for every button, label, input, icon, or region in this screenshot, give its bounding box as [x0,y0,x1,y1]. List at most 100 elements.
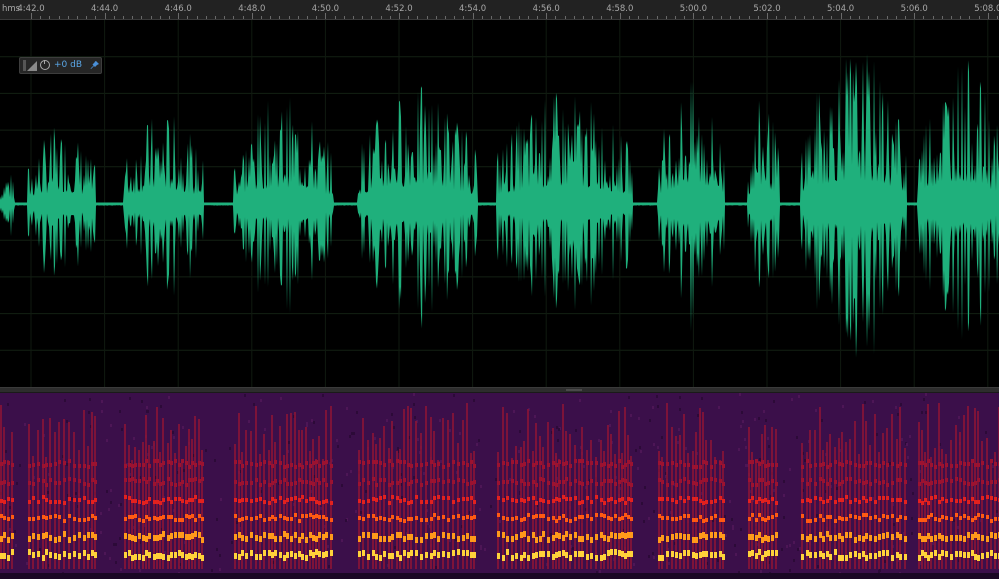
ruler-tick-mark [132,16,134,19]
ruler-tick-mark [849,16,851,19]
ruler-tick-mark [859,16,860,19]
ruler-tick-mark [555,16,557,19]
ruler-tick-mark [196,16,198,19]
ruler-tick-mark [711,16,713,19]
ruler-tick-mark [445,16,446,19]
ruler-tick-mark [997,16,998,19]
ruler-tick-mark [233,16,235,19]
ruler-tick-mark [960,16,962,19]
spectrogram-display [0,393,999,579]
timeline-ruler[interactable]: hms 4:42.0 4:44.0 4:46.0 4:48.0 4:50.0 4:52.0… [0,0,999,20]
ruler-tick-mark [518,16,520,19]
ruler-tick-mark [546,13,548,19]
ruler-tick-mark [684,16,686,19]
ruler-tick-mark [77,16,78,19]
ruler-tick-mark [205,16,207,19]
volume-knob-icon[interactable] [40,60,50,70]
ruler-tick-mark [362,16,364,19]
ruler-tick-mark [739,16,741,19]
ruler-tick-mark [647,16,649,19]
ruler-tick-mark [426,16,428,19]
ruler-tick-mark [500,16,502,19]
ruler-tick-mark [776,16,778,19]
ruler-tick-mark [224,16,226,19]
ruler-tick-mark [592,16,594,19]
ruler-tick-mark [178,13,180,19]
ruler-tick-mark [748,16,750,19]
ruler-tick-mark [31,13,32,19]
ruler-tick-mark [325,13,327,19]
ruler-tick-mark [408,16,410,19]
ruler-tick-mark [104,13,106,19]
ruler-tick-mark [58,16,60,19]
ruler-tick-mark [279,16,281,19]
ruler-tick-mark [767,13,768,19]
ruler-tick-mark [564,16,566,19]
ruler-tick-mark [665,16,667,19]
ruler-tick-mark [757,16,759,19]
ruler-tick-mark [150,16,152,19]
ruler-tick-mark [583,16,584,19]
level-meter-icon [23,60,37,71]
ruler-tick-mark [932,16,934,19]
ruler-tick-mark [187,16,189,19]
ruler-tick-mark [629,16,630,19]
volume-value[interactable]: +0 dB [54,60,82,70]
ruler-tick-mark [380,16,382,19]
ruler-tick-mark [619,13,621,19]
ruler-tick-mark [656,16,658,19]
waveform-display [0,20,999,387]
waveform-shape [0,54,999,358]
ruler-tick-mark [463,16,465,19]
ruler-tick-mark [693,13,695,19]
ruler-tick-mark [509,16,511,19]
ruler-tick-mark [573,16,575,19]
volume-hud[interactable]: +0 dB [19,57,102,74]
ruler-tick-mark [914,13,916,19]
ruler-tick-mark [316,16,318,19]
ruler-tick-mark [86,16,88,19]
ruler-tick-mark [307,16,308,19]
ruler-tick-mark [527,16,529,19]
ruler-tick-mark [389,16,391,19]
ruler-tick-mark [610,16,612,19]
ruler-tick-mark [840,13,842,19]
ruler-tick-mark [67,16,69,19]
splitter-grip[interactable] [566,389,582,391]
spectral-frequency-panel[interactable] [0,393,999,579]
ruler-tick-mark [886,16,888,19]
ruler-tick-mark [159,16,161,19]
ruler-tick-mark [951,16,952,19]
ruler-tick-mark [297,16,299,19]
waveform-panel[interactable]: +0 dB [0,20,999,387]
ruler-tick-mark [868,16,870,19]
ruler-tick-mark [702,16,704,19]
ruler-tick-mark [123,16,124,19]
ruler-tick-mark [491,16,492,19]
ruler-tick-mark [472,13,474,19]
ruler-tick-mark [40,16,42,19]
ruler-tick-mark [537,16,538,19]
ruler-tick-mark [334,16,336,19]
ruler-tick-mark [794,16,796,19]
ruler-tick-mark [481,16,483,19]
ruler-tick-mark [417,16,419,19]
ruler-tick-mark [215,16,216,19]
ruler-tick-mark [242,16,244,19]
pin-icon[interactable] [90,60,100,70]
ruler-tick-mark [353,16,354,19]
ruler-tick-mark [803,16,805,19]
ruler-tick-mark [270,16,272,19]
ruler-tick-mark [675,16,676,19]
ruler-tick-mark [113,16,115,19]
ruler-tick-mark [730,16,732,19]
ruler-tick-mark [169,16,170,19]
ruler-tick-mark [978,16,980,19]
ruler-tick-mark [454,16,456,19]
ruler-tick-mark [261,16,262,19]
ruler-tick-mark [435,16,437,19]
ruler-tick-mark [343,16,345,19]
ruler-tick-mark [251,13,253,19]
ruler-tick-mark [638,16,640,19]
ruler-tick-mark [822,16,824,19]
